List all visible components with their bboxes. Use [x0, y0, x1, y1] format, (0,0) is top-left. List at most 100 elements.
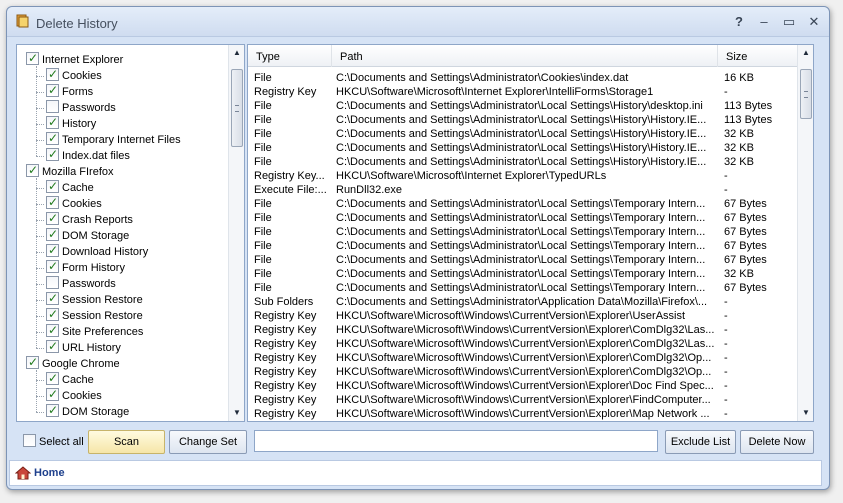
table-row[interactable]: File C:\Documents and Settings\Administra…: [248, 239, 799, 253]
tree-checkbox[interactable]: [26, 162, 39, 178]
scan-button[interactable]: Scan: [88, 430, 165, 454]
table-row[interactable]: File C:\Documents and Settings\Administra…: [248, 281, 799, 295]
table-row[interactable]: File C:\Documents and Settings\Administra…: [248, 155, 799, 169]
cell-type: Registry Key: [254, 352, 317, 364]
cell-path: C:\Documents and Settings\Administrator\…: [336, 212, 706, 224]
table-row[interactable]: File C:\Documents and Settings\Administra…: [248, 127, 799, 141]
table-row[interactable]: File C:\Documents and Settings\Administra…: [248, 113, 799, 127]
delete-now-button[interactable]: Delete Now: [740, 430, 814, 454]
table-row[interactable]: Registry Key HKCU\Software\Microsoft\Wind…: [248, 379, 799, 393]
list-scrollbar[interactable]: ▲ ▼: [797, 45, 813, 421]
tree-item[interactable]: Forms: [46, 82, 93, 100]
cell-type: Registry Key: [254, 324, 317, 336]
select-all-box[interactable]: [23, 434, 36, 447]
cell-size: -: [724, 170, 728, 182]
table-row[interactable]: File C:\Documents and Settings\Administra…: [248, 197, 799, 211]
table-row[interactable]: Registry Key HKCU\Software\Microsoft\Wind…: [248, 309, 799, 323]
tree-checkbox[interactable]: [46, 338, 59, 354]
tree-checkbox[interactable]: [46, 402, 59, 418]
tree-group[interactable]: Internet Explorer: [26, 50, 123, 68]
tree-item[interactable]: URL History: [46, 338, 121, 356]
tree-checkbox[interactable]: [46, 194, 59, 210]
tree-checkbox[interactable]: [46, 242, 59, 258]
column-type[interactable]: Type: [248, 45, 332, 67]
tree-item[interactable]: Session Restore: [46, 290, 143, 308]
tree-checkbox[interactable]: [46, 66, 59, 82]
table-row[interactable]: File C:\Documents and Settings\Administra…: [248, 141, 799, 155]
table-row[interactable]: Registry Key HKCU\Software\Microsoft\Inte…: [248, 85, 799, 99]
tree-checkbox[interactable]: [46, 100, 59, 113]
tree-checkbox[interactable]: [46, 386, 59, 402]
tree-item[interactable]: Session Restore: [46, 306, 143, 324]
category-tree[interactable]: Internet Explorer Cookies Forms Passwords Hi…: [16, 44, 245, 422]
tree-checkbox[interactable]: [26, 50, 39, 66]
tree-checkbox[interactable]: [46, 146, 59, 162]
cell-type: Registry Key: [254, 366, 317, 378]
scroll-down-icon[interactable]: ▼: [229, 405, 244, 421]
select-all-checkbox[interactable]: Select all: [23, 434, 84, 450]
tree-scrollbar[interactable]: ▲ ▼: [228, 45, 244, 421]
tree-connector: [36, 108, 44, 109]
scroll-thumb[interactable]: [800, 69, 812, 119]
table-row[interactable]: Execute File:... RunDll32.exe -: [248, 183, 799, 197]
tree-checkbox[interactable]: [46, 306, 59, 322]
tree-item[interactable]: Crash Reports: [46, 210, 133, 228]
cell-type: File: [254, 212, 272, 224]
maximize-icon[interactable]: ▭: [779, 13, 799, 31]
tree-item[interactable]: Download History: [46, 242, 148, 260]
tree-item[interactable]: Index.dat files: [46, 146, 130, 164]
tree-checkbox[interactable]: [46, 114, 59, 130]
table-row[interactable]: File C:\Documents and Settings\Administra…: [248, 253, 799, 267]
tree-checkbox[interactable]: [46, 258, 59, 274]
scroll-up-icon[interactable]: ▲: [798, 45, 813, 61]
table-row[interactable]: Sub Folders C:\Documents and Settings\Adm…: [248, 295, 799, 309]
tree-group[interactable]: Google Chrome: [26, 354, 120, 372]
column-path[interactable]: Path: [332, 45, 718, 67]
tree-checkbox[interactable]: [26, 354, 39, 370]
table-row[interactable]: Registry Key... HKCU\Software\Microsoft\I…: [248, 169, 799, 183]
table-row[interactable]: File C:\Documents and Settings\Administra…: [248, 211, 799, 225]
table-row[interactable]: Registry Key HKCU\Software\Microsoft\Wind…: [248, 407, 799, 421]
home-link[interactable]: Home: [34, 467, 65, 479]
scroll-thumb[interactable]: [231, 69, 243, 147]
tree-checkbox[interactable]: [46, 290, 59, 306]
help-icon[interactable]: ?: [729, 13, 749, 31]
tree-checkbox[interactable]: [46, 130, 59, 146]
change-set-button[interactable]: Change Set: [169, 430, 247, 454]
table-row[interactable]: Registry Key HKCU\Software\Microsoft\Wind…: [248, 393, 799, 407]
cell-size: -: [724, 296, 728, 308]
tree-checkbox[interactable]: [46, 82, 59, 98]
tree-item[interactable]: Form History: [46, 258, 125, 276]
table-row[interactable]: File C:\Documents and Settings\Administra…: [248, 71, 799, 85]
table-row[interactable]: File C:\Documents and Settings\Administra…: [248, 99, 799, 113]
tree-connector: [36, 124, 44, 125]
path-input[interactable]: [254, 430, 658, 452]
tree-checkbox[interactable]: [46, 370, 59, 386]
tree-checkbox[interactable]: [46, 322, 59, 338]
close-icon[interactable]: ✕: [804, 13, 824, 31]
tree-checkbox[interactable]: [46, 276, 59, 289]
cell-type: File: [254, 142, 272, 154]
tree-checkbox[interactable]: [46, 226, 59, 242]
table-row[interactable]: File C:\Documents and Settings\Administra…: [248, 267, 799, 281]
table-row[interactable]: Registry Key HKCU\Software\Microsoft\Wind…: [248, 323, 799, 337]
tree-checkbox[interactable]: [46, 210, 59, 226]
scroll-down-icon[interactable]: ▼: [798, 405, 813, 421]
history-list[interactable]: Type Path Size File C:\Documents and Sett…: [247, 44, 814, 422]
table-row[interactable]: Registry Key HKCU\Software\Microsoft\Wind…: [248, 365, 799, 379]
exclude-list-button[interactable]: Exclude List: [665, 430, 736, 454]
table-row[interactable]: Registry Key HKCU\Software\Microsoft\Wind…: [248, 351, 799, 365]
tree-item[interactable]: DOM Storage: [46, 402, 129, 420]
scroll-up-icon[interactable]: ▲: [229, 45, 244, 61]
table-row[interactable]: Registry Key HKCU\Software\Microsoft\Wind…: [248, 337, 799, 351]
tree-group[interactable]: Mozilla FIrefox: [26, 162, 114, 180]
tree-item-label: Cache: [62, 182, 94, 194]
tree-checkbox[interactable]: [46, 178, 59, 194]
column-size[interactable]: Size: [718, 45, 799, 67]
table-row[interactable]: File C:\Documents and Settings\Administra…: [248, 225, 799, 239]
tree-item[interactable]: Temporary Internet Files: [46, 130, 181, 148]
home-icon[interactable]: [15, 466, 31, 480]
tree-item[interactable]: DOM Storage: [46, 226, 129, 244]
tree-item[interactable]: Site Preferences: [46, 322, 143, 340]
minimize-icon[interactable]: –: [754, 13, 774, 31]
